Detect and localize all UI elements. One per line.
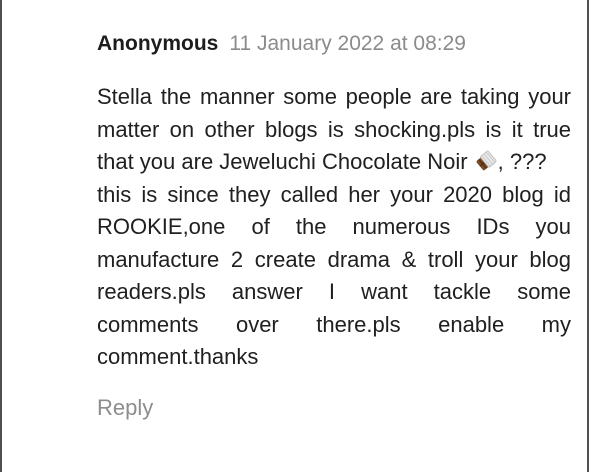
reply-link[interactable]: Reply [97, 395, 153, 421]
comment-author[interactable]: Anonymous [97, 32, 218, 56]
frame-left-border [0, 0, 2, 472]
comment-paragraph: Stella the manner some people are taking… [97, 81, 571, 179]
comment-paragraph-2: this is since they called her your 2020 … [97, 181, 571, 370]
comment-header: Anonymous 11 January 2022 at 08:29 [97, 32, 571, 66]
comment: Anonymous 11 January 2022 at 08:29 Stell… [97, 32, 571, 421]
comment-text-part2: , ??? [497, 149, 547, 174]
comment-body: Stella the manner some people are taking… [97, 81, 571, 374]
chocolate-bar-icon [474, 149, 498, 171]
comment-timestamp[interactable]: 11 January 2022 at 08:29 [229, 32, 466, 56]
